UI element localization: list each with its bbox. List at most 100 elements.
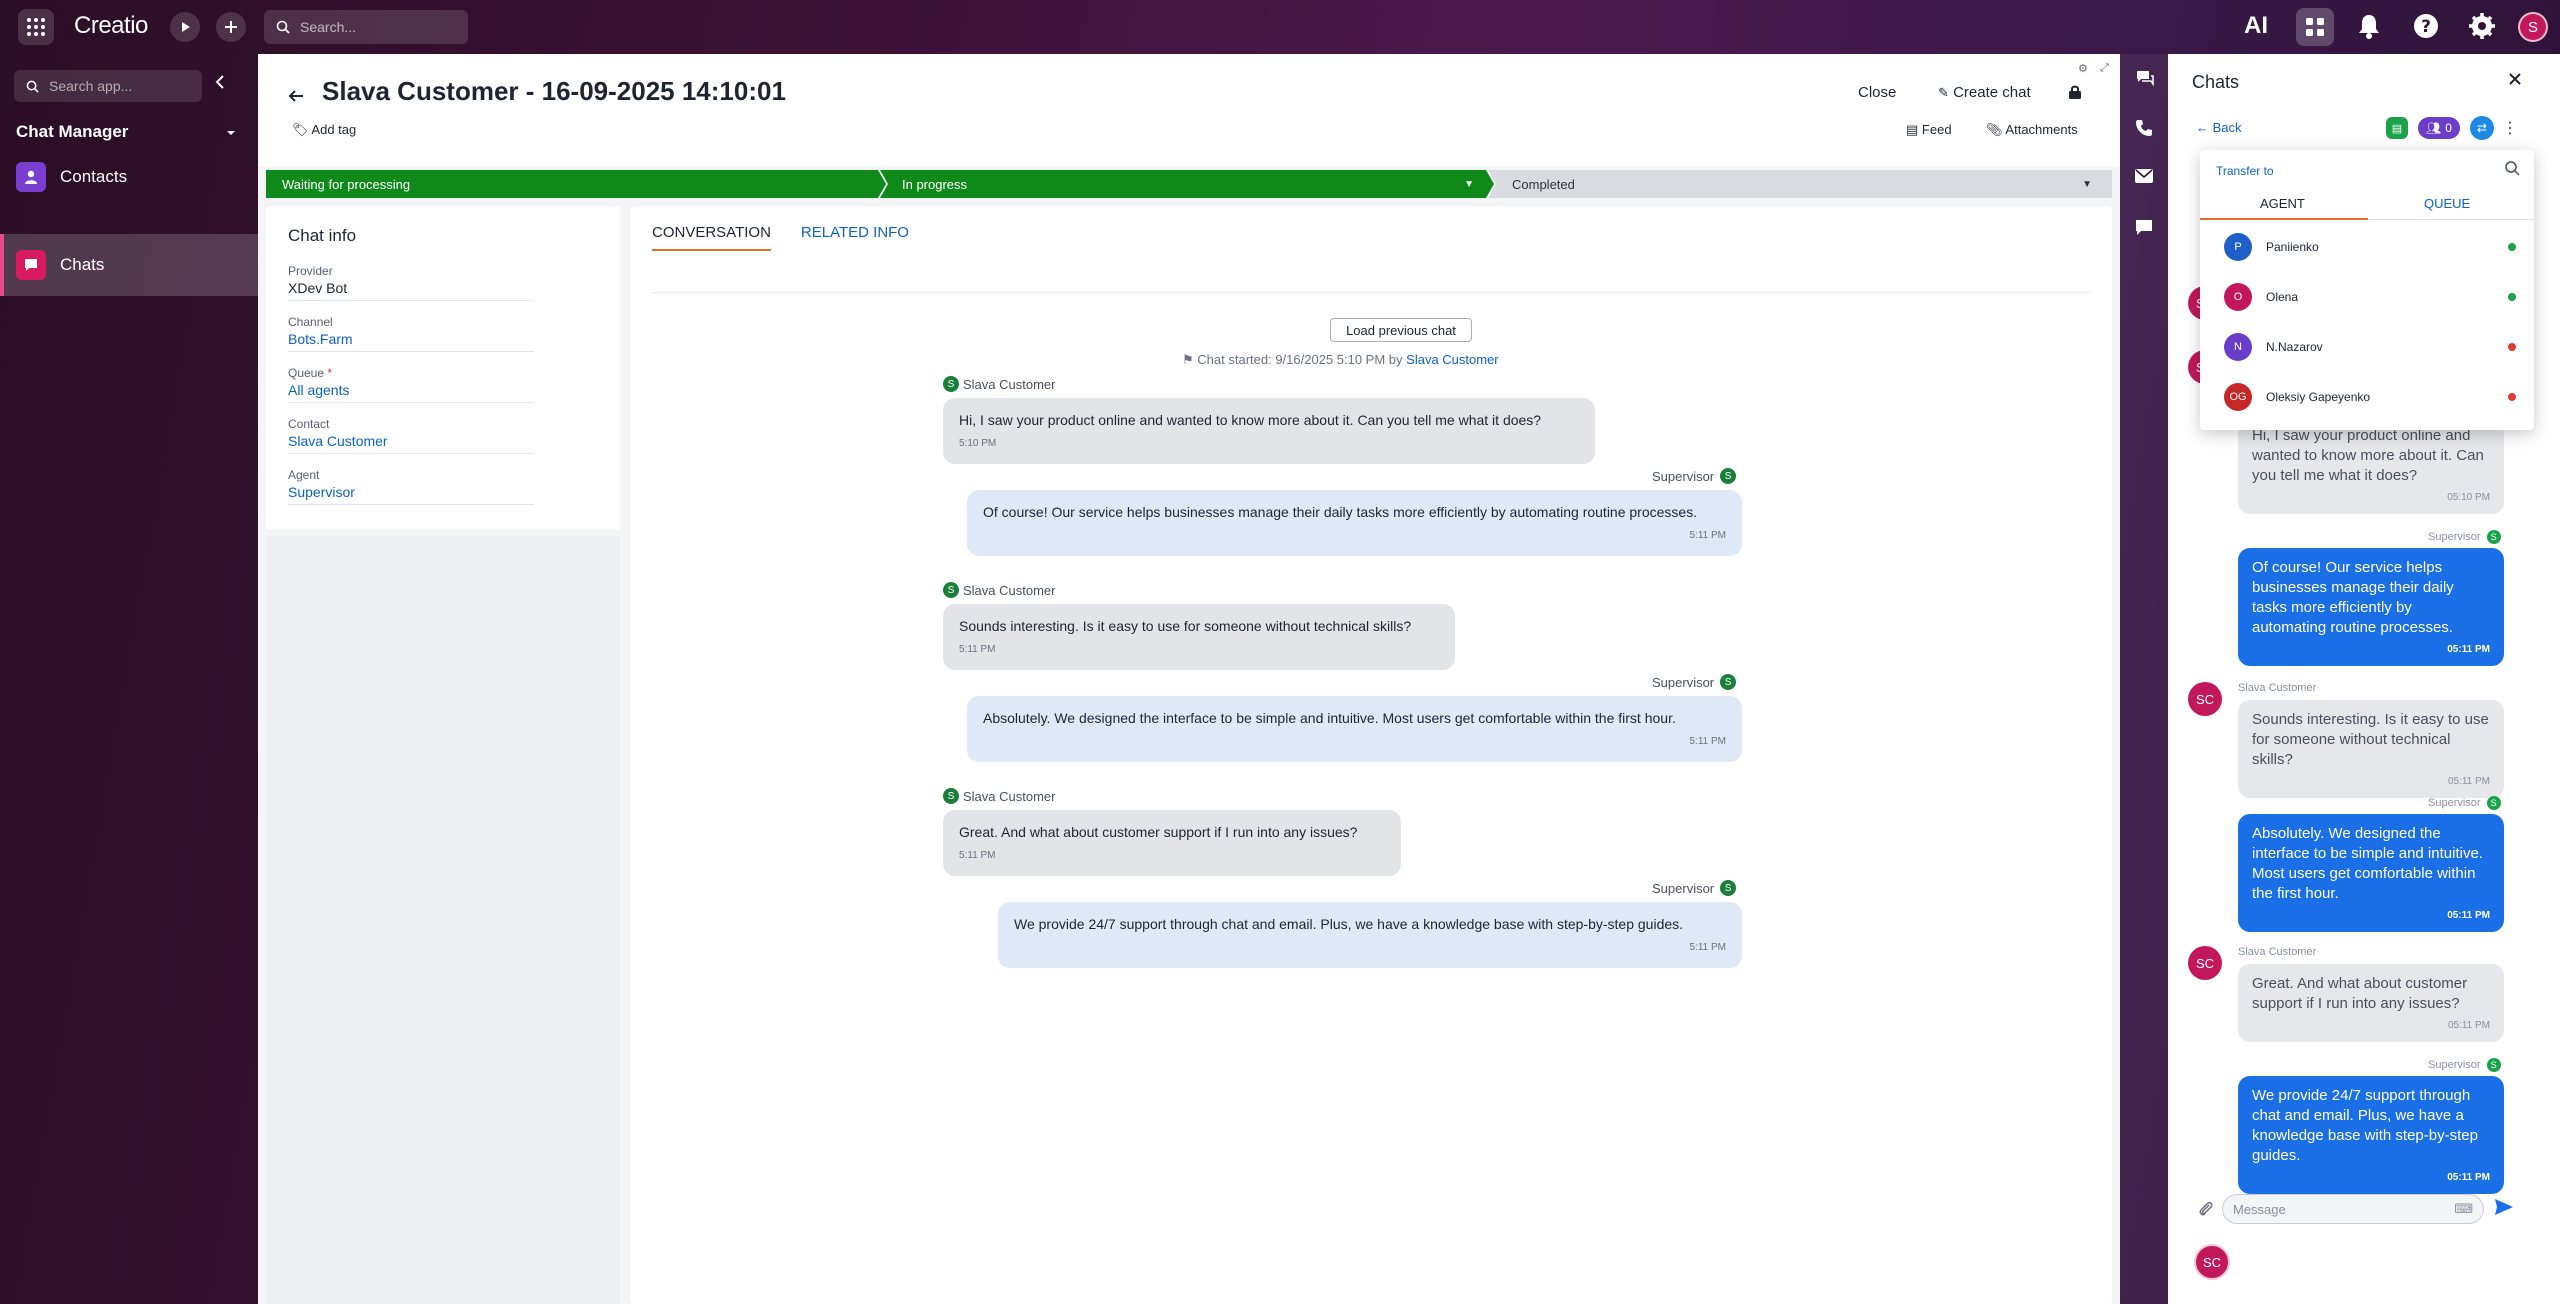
- close-chats-panel-button[interactable]: [2508, 70, 2522, 91]
- expand-icon[interactable]: ⤢: [2100, 62, 2109, 75]
- avatar: S: [943, 788, 959, 804]
- more-options-button[interactable]: ⋮: [2502, 118, 2518, 138]
- help-button[interactable]: ?: [2412, 12, 2440, 43]
- avatar: S: [1720, 674, 1737, 690]
- caret-down-icon[interactable]: ▼: [2082, 179, 2092, 190]
- message-time: 5:11 PM: [959, 850, 996, 861]
- message-text: We provide 24/7 support through chat and…: [1014, 916, 1684, 932]
- tab-related-info[interactable]: RELATED INFO: [801, 218, 909, 251]
- feed-button[interactable]: ▤ Feed: [1906, 122, 1952, 138]
- nav-section-chat-manager[interactable]: Chat Manager: [16, 122, 236, 142]
- chat-started-by-link[interactable]: Slava Customer: [1406, 352, 1498, 367]
- message-text: Great. And what about customer support i…: [2252, 975, 2468, 1012]
- add-tag-button[interactable]: 🏷︎ Add tag: [292, 122, 356, 138]
- avatar: S: [2486, 1058, 2501, 1072]
- app-search-input[interactable]: Search app...: [14, 70, 202, 102]
- field-label: Contact: [288, 417, 330, 431]
- message-sender: Supervisor S: [1652, 468, 1737, 484]
- stage-in-progress[interactable]: In progress ▼: [880, 170, 1494, 198]
- lock-button[interactable]: [2068, 84, 2082, 103]
- back-link[interactable]: ← Back: [2196, 120, 2242, 135]
- transfer-chat-button[interactable]: ⇄: [2469, 116, 2494, 140]
- channel-field[interactable]: Channel Bots.Farm: [288, 315, 534, 352]
- field-value-link[interactable]: All agents: [288, 382, 534, 398]
- conversation-panel: CONVERSATION RELATED INFO Load previous …: [630, 206, 2112, 1304]
- caret-down-icon[interactable]: ▼: [1464, 179, 1474, 190]
- search-icon: [276, 20, 290, 34]
- keyboard-icon[interactable]: ⌨: [2454, 1201, 2473, 1217]
- user-avatar[interactable]: S: [2518, 12, 2548, 42]
- global-search-placeholder: Search...: [300, 19, 357, 35]
- field-label-text: Queue: [288, 366, 325, 380]
- phone-rail-button[interactable]: [2134, 118, 2158, 142]
- email-rail-button[interactable]: [2134, 168, 2158, 192]
- nav-item-chats[interactable]: Chats: [0, 234, 258, 296]
- avatar: S: [2486, 530, 2501, 544]
- agent-option[interactable]: O Olena: [2224, 282, 2524, 312]
- provider-field[interactable]: Provider XDev Bot: [288, 264, 534, 301]
- current-user-avatar[interactable]: SC: [2194, 1244, 2230, 1280]
- sender-name: Supervisor: [1652, 674, 1715, 690]
- chats-rail-button[interactable]: [2134, 68, 2158, 92]
- communication-rail: [2120, 54, 2172, 1304]
- collapse-nav-button[interactable]: [214, 74, 226, 95]
- workplace-apps-button[interactable]: [2296, 8, 2334, 46]
- message-bubble-incoming: Sounds interesting. Is it easy to use fo…: [943, 604, 1455, 670]
- caret-down-icon: [227, 131, 235, 135]
- lock-icon: [2069, 85, 2081, 99]
- tab-queue[interactable]: QUEUE: [2424, 196, 2470, 211]
- ai-assistant-button[interactable]: AI: [2244, 12, 2268, 40]
- people-icon: 👥︎: [2426, 121, 2442, 135]
- chat-icon: ▤: [2391, 122, 2403, 135]
- creatio-logo[interactable]: Creatio: [74, 12, 148, 40]
- participants-count: 0: [2445, 121, 2452, 135]
- create-new-button[interactable]: [216, 12, 246, 42]
- close-icon: [2509, 73, 2521, 85]
- active-tab-indicator: [2200, 218, 2368, 220]
- message-placeholder: Message: [2233, 1201, 2286, 1217]
- chat-status-button[interactable]: ▤: [2386, 117, 2408, 139]
- transfer-search-button[interactable]: [2504, 160, 2520, 179]
- arrow-left-icon: ←: [2196, 120, 2209, 135]
- avatar: S: [2486, 796, 2501, 810]
- settings-small-icon[interactable]: ⚙: [2078, 62, 2088, 75]
- settings-button[interactable]: [2468, 12, 2496, 43]
- queue-participants-button[interactable]: 👥︎ 0: [2418, 117, 2460, 139]
- field-value-link[interactable]: Supervisor: [288, 484, 534, 500]
- create-chat-button[interactable]: ✎ Create chat: [1938, 84, 2031, 101]
- agent-field[interactable]: Agent Supervisor: [288, 468, 534, 505]
- sender-name: Supervisor: [2428, 797, 2481, 809]
- more-vertical-icon: ⋮: [2501, 120, 2518, 137]
- stage-waiting-for-processing[interactable]: Waiting for processing: [266, 170, 886, 198]
- run-process-button[interactable]: [170, 12, 200, 42]
- contact-field[interactable]: Contact Slava Customer: [288, 417, 534, 454]
- chat-rail-button-active[interactable]: [2134, 218, 2158, 242]
- field-value-link[interactable]: Slava Customer: [288, 433, 534, 449]
- stage-completed[interactable]: Completed ▼: [1488, 170, 2112, 198]
- contacts-icon: [16, 162, 46, 192]
- send-button[interactable]: [2494, 1198, 2514, 1219]
- agent-option[interactable]: OG Oleksiy Gapeyenko: [2224, 382, 2524, 412]
- field-value-link[interactable]: Bots.Farm: [288, 331, 534, 347]
- chat-info-title: Chat info: [288, 226, 357, 245]
- attach-file-button[interactable]: [2198, 1200, 2214, 1221]
- back-button[interactable]: [288, 84, 304, 110]
- nav-item-contacts[interactable]: Contacts: [0, 146, 258, 208]
- agent-option[interactable]: P Paniienko: [2224, 232, 2524, 262]
- attachments-button[interactable]: 📎︎ Attachments: [1986, 122, 2078, 138]
- message-text: We provide 24/7 support through chat and…: [2252, 1087, 2478, 1164]
- nav-section-label: Chat Manager: [16, 122, 129, 141]
- notifications-button[interactable]: [2356, 12, 2382, 43]
- app-launcher-button[interactable]: [18, 9, 54, 45]
- left-navigation: Search app... Chat Manager Contacts Chat…: [0, 54, 258, 1304]
- close-button[interactable]: Close: [1858, 84, 1896, 101]
- nav-item-label: Contacts: [60, 167, 128, 186]
- tab-agent[interactable]: AGENT: [2260, 196, 2305, 211]
- chat-bubble-outgoing: We provide 24/7 support through chat and…: [2238, 1076, 2504, 1194]
- global-search-input[interactable]: Search...: [264, 10, 468, 44]
- message-input[interactable]: Message ⌨: [2222, 1194, 2484, 1224]
- queue-field[interactable]: Queue * All agents: [288, 366, 534, 403]
- load-previous-chat-button[interactable]: Load previous chat: [1330, 318, 1472, 342]
- tab-conversation[interactable]: CONVERSATION: [652, 218, 771, 251]
- agent-option[interactable]: N N.Nazarov: [2224, 332, 2524, 362]
